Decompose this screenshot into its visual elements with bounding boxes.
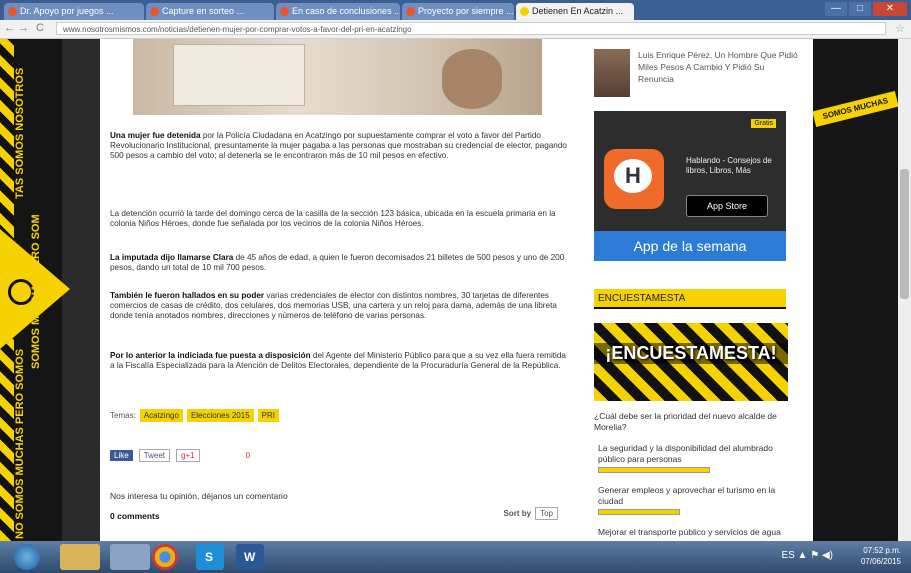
share-row: Like Tweet g+1 0: [110, 449, 250, 462]
poll-bar: [598, 467, 710, 473]
right-banner-tape: SOMOS MUCHAS: [812, 90, 899, 128]
poll-banner-text: ¡ENCUESTAMESTA!: [594, 343, 788, 364]
app-badge: Gratis: [751, 119, 776, 128]
article-paragraph: La detención ocurrió la tarde del doming…: [110, 209, 570, 229]
forward-icon[interactable]: →: [18, 22, 29, 34]
browser-tab-bar: Dr. Apoyo por juegos ... Capture en sort…: [0, 0, 911, 20]
left-banner: TAS SOMOS NOSOTROS SOMOS MUCHAS PERO SOM…: [0, 39, 70, 541]
chat-bubble-icon: H: [614, 159, 652, 193]
clock-time: 07:52 p.m.: [863, 546, 901, 555]
right-banner: SOMOS MUCHAS: [812, 39, 899, 541]
poll-header: ENCUESTAMESTA: [594, 289, 786, 309]
tag-link[interactable]: Acatzingo: [139, 409, 183, 422]
maximize-button[interactable]: □: [849, 2, 871, 16]
favicon-icon: [520, 7, 529, 16]
author-photo: [594, 49, 630, 97]
paragraph-lead: Por lo anterior la indiciada fue puesta …: [110, 351, 311, 360]
tab-label: Dr. Apoyo por juegos ...: [20, 6, 114, 16]
article-paragraph: También le fueron hallados en su poder v…: [110, 291, 570, 322]
tab-label: Proyecto por siempre ...: [418, 6, 514, 16]
share-count: 0: [245, 451, 251, 460]
poll-option[interactable]: Generar empleos y aprovechar el turismo …: [598, 485, 798, 507]
tab-1[interactable]: Dr. Apoyo por juegos ...: [4, 3, 144, 20]
sidebar: Luis Enrique Pérez, Un Hombre Que Pidió …: [578, 39, 813, 541]
paragraph-lead: También le fueron hallados en su poder: [110, 291, 265, 300]
page-scrollbar[interactable]: [898, 39, 911, 541]
app-store-button[interactable]: App Store: [686, 195, 768, 217]
system-tray[interactable]: ES ▲ ⚑ ◀): [781, 550, 833, 561]
tab-label: Detienen En Acatzin ...: [532, 6, 624, 16]
skype-taskbar-icon[interactable]: S: [196, 544, 224, 570]
clock-date: 07/06/2015: [860, 557, 901, 566]
sort-label: Sort by: [503, 509, 532, 518]
reload-icon[interactable]: C: [36, 22, 44, 34]
poll-banner: ¡ENCUESTAMESTA!: [594, 323, 788, 401]
tag-link[interactable]: PRI: [257, 409, 279, 422]
url-input[interactable]: www.nosotrosmismos.com/noticias/detienen…: [56, 22, 886, 35]
window-controls: — □ ✕: [825, 2, 907, 16]
tags-row: Temas: Acatzingo Elecciones 2015 PRI: [110, 409, 279, 422]
related-article-link[interactable]: Luis Enrique Pérez, Un Hombre Que Pidió …: [638, 49, 798, 85]
tab-5-active[interactable]: Detienen En Acatzin ...: [516, 3, 634, 20]
article-photo: [133, 39, 542, 115]
left-banner-bottom-text: NO SOMOS MUCHAS PERO SOMOS: [14, 348, 26, 539]
article-paragraph: La imputada dijo llamarse Clara de 45 añ…: [110, 253, 570, 273]
bookmark-star-icon[interactable]: ☆: [895, 22, 905, 35]
close-button[interactable]: ✕: [873, 2, 907, 16]
tab-4[interactable]: Proyecto por siempre ...: [402, 3, 514, 20]
gplus-button[interactable]: g+1: [176, 449, 200, 462]
favicon-icon: [406, 7, 415, 16]
poll-option[interactable]: Mejorar el transporte público y servicio…: [598, 527, 798, 538]
chrome-taskbar-icon[interactable]: [152, 544, 178, 570]
poll-bar: [598, 509, 680, 515]
favicon-icon: [280, 7, 289, 16]
tab-label: Capture en sorteo ...: [162, 6, 245, 16]
tweet-button[interactable]: Tweet: [138, 449, 171, 462]
word-taskbar-icon[interactable]: W: [236, 544, 264, 570]
tag-link[interactable]: Elecciones 2015: [186, 409, 254, 422]
left-banner-top-text: TAS SOMOS NOSOTROS: [14, 67, 26, 199]
article-content: Una mujer fue detenida por la Policía Ci…: [100, 39, 578, 541]
app-of-the-week-label[interactable]: App de la semana: [594, 231, 786, 261]
tab-2[interactable]: Capture en sorteo ...: [146, 3, 274, 20]
file-explorer-taskbar-icon[interactable]: [60, 544, 100, 570]
tab-3[interactable]: En caso de conclusiones ...: [276, 3, 400, 20]
control-panel-taskbar-icon[interactable]: [110, 544, 150, 570]
favicon-icon: [150, 7, 159, 16]
tags-label: Temas:: [110, 411, 136, 420]
minimize-button[interactable]: —: [825, 2, 847, 16]
app-name: Hablando - Consejos de libros, Libros, M…: [686, 156, 772, 175]
app-icon: H: [604, 149, 664, 209]
skype-letter: S: [205, 550, 214, 564]
paragraph-lead: Una mujer fue detenida: [110, 131, 201, 140]
scrollbar-thumb[interactable]: [900, 169, 909, 299]
start-button[interactable]: [14, 544, 40, 570]
favicon-icon: [8, 7, 17, 16]
windows-taskbar: S W ES ▲ ⚑ ◀) 07:52 p.m. 07/06/2015: [0, 541, 911, 573]
article-paragraph: Una mujer fue detenida por la Policía Ci…: [110, 131, 570, 162]
poll-option[interactable]: La seguridad y la disponibilidad del alu…: [598, 443, 798, 465]
web-page: TAS SOMOS NOSOTROS SOMOS MUCHAS PERO SOM…: [0, 39, 911, 541]
paragraph-text: La detención ocurrió la tarde del doming…: [110, 209, 556, 229]
address-bar-row: ← → C www.nosotrosmismos.com/noticias/de…: [0, 20, 911, 39]
back-icon[interactable]: ←: [4, 22, 15, 34]
comments-count: 0 comments: [110, 511, 160, 521]
left-banner-mid-text: SOMOS MUCHAS PERO SOM: [30, 214, 42, 369]
system-clock[interactable]: 07:52 p.m. 07/06/2015: [861, 545, 901, 567]
poll-question: ¿Cuál debe ser la prioridad del nuevo al…: [594, 411, 777, 432]
sort-dropdown[interactable]: Top: [535, 507, 558, 520]
paragraph-lead: La imputada dijo llamarse Clara: [110, 253, 234, 262]
tab-label: En caso de conclusiones ...: [292, 6, 400, 16]
facebook-like-button[interactable]: Like: [110, 450, 133, 461]
word-letter: W: [244, 550, 256, 564]
article-paragraph: Por lo anterior la indiciada fue puesta …: [110, 351, 570, 371]
comments-sort: Sort by Top: [503, 507, 558, 520]
comments-prompt: Nos interesa tu opinión, déjanos un come…: [110, 491, 288, 501]
